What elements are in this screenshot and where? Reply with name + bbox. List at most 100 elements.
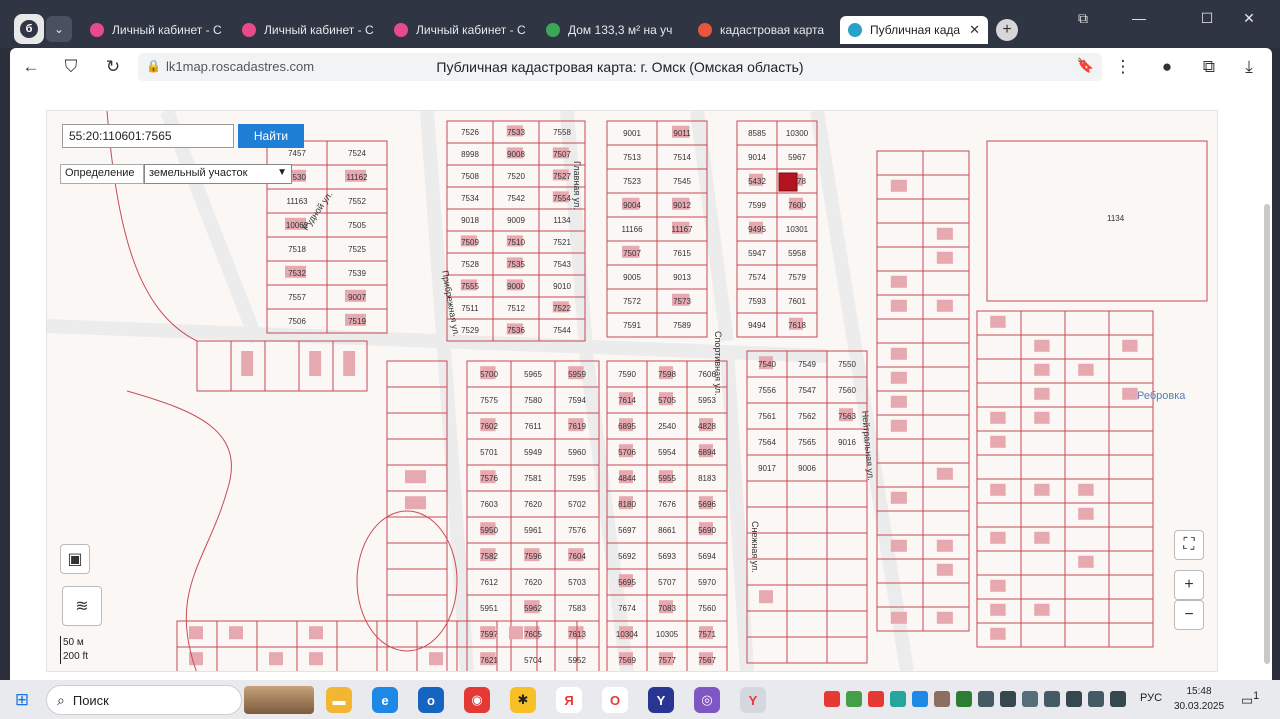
tabs-menu-chevron-icon[interactable]: ⌄: [46, 16, 72, 42]
volume-icon[interactable]: [1110, 691, 1126, 707]
parcel-number-label: 7506: [288, 317, 306, 326]
parcel-number-label: 9010: [553, 282, 571, 291]
zoom-out-button[interactable]: −: [1174, 600, 1204, 630]
network-icon[interactable]: [1066, 691, 1082, 707]
cadastral-map[interactable]: 7457 7524 7530 11162 11163 7552 10062 7505 7518 7…: [46, 110, 1218, 672]
building: [1078, 507, 1094, 520]
opera-icon[interactable]: O: [602, 687, 628, 713]
tab-5[interactable]: кадастровая карта: [690, 16, 838, 44]
fullscreen-icon[interactable]: ⛶: [1174, 530, 1204, 560]
parcel-boundary: [216, 646, 258, 671]
tray-icon[interactable]: [1000, 691, 1016, 707]
tray-icon[interactable]: [868, 691, 884, 707]
parcel-number-label: 8183: [698, 474, 716, 483]
tray-icon[interactable]: [934, 691, 950, 707]
street-name-label: Снежная ул.: [750, 521, 760, 573]
building: [1034, 387, 1050, 400]
windows-start-icon[interactable]: ⊞: [12, 690, 32, 710]
layers-icon[interactable]: ≋: [62, 586, 102, 626]
yandex-browser-active-icon[interactable]: Y: [740, 687, 766, 713]
parcel-boundary: [922, 414, 970, 440]
parcel-number-label: 7620: [524, 500, 542, 509]
cadastral-search-input[interactable]: 55:20:110601:7565: [62, 124, 234, 148]
sidebar-icon[interactable]: ⧉: [1198, 56, 1220, 78]
yandex-icon[interactable]: Я: [556, 687, 582, 713]
parcel-boundary: [1108, 550, 1154, 576]
parcel-number-label: 7564: [758, 438, 776, 447]
back-arrow-icon[interactable]: ←: [20, 56, 42, 78]
edge-icon[interactable]: e: [372, 687, 398, 713]
tray-icon[interactable]: [1044, 691, 1060, 707]
parcel-number-label: 7544: [553, 326, 571, 335]
parcel-number-label: 7597: [480, 630, 498, 639]
extension-icon[interactable]: ●: [1156, 56, 1178, 78]
yandex-browser-icon[interactable]: Y: [648, 687, 674, 713]
maximize-icon[interactable]: ☐: [1192, 10, 1222, 27]
parcel-boundary: [386, 516, 448, 544]
tray-icon[interactable]: [956, 691, 972, 707]
new-tab-button[interactable]: +: [996, 19, 1018, 41]
building: [936, 251, 953, 264]
building: [1034, 603, 1050, 616]
building: [759, 590, 773, 604]
collections-icon[interactable]: ⧉: [1068, 10, 1098, 27]
parcel-number-label: 7601: [788, 297, 806, 306]
mode-select[interactable]: земельный участок ▼: [144, 164, 292, 184]
taskbar-search[interactable]: ⌕ Поиск: [46, 685, 242, 715]
app-icon[interactable]: ✱: [510, 687, 536, 713]
notification-icon[interactable]: ▭1: [1240, 690, 1260, 708]
tab-1[interactable]: Личный кабинет - С: [82, 16, 230, 44]
downloads-icon[interactable]: ⤓: [1238, 56, 1260, 78]
tray-icon[interactable]: [978, 691, 994, 707]
language-indicator[interactable]: РУС: [1140, 692, 1162, 704]
clock[interactable]: 15:48 30.03.2025: [1170, 684, 1228, 714]
parcel-number-label: 7594: [568, 396, 586, 405]
minimize-icon[interactable]: —: [1124, 10, 1154, 26]
tray-icon[interactable]: [1088, 691, 1104, 707]
close-window-icon[interactable]: ✕: [1234, 10, 1264, 27]
building: [1034, 339, 1050, 352]
browser-menu-button[interactable]: б: [14, 14, 44, 44]
parcel-number-label: 7576: [480, 474, 498, 483]
outlook-icon[interactable]: o: [418, 687, 444, 713]
tab-6-active[interactable]: Публичная када ✕: [840, 16, 988, 44]
parcel-number-label: 7600: [788, 201, 806, 210]
zoom-in-button[interactable]: +: [1174, 570, 1204, 600]
reload-icon[interactable]: ↻: [102, 56, 124, 78]
shield-icon[interactable]: ⛉: [60, 56, 82, 78]
search-icon: ⌕: [57, 691, 65, 708]
tray-icon[interactable]: [1022, 691, 1038, 707]
building: [405, 470, 426, 484]
parcel-number-label: 9016: [838, 438, 856, 447]
tab-2[interactable]: Личный кабинет - С: [234, 16, 382, 44]
parcel-number-label: 7565: [798, 438, 816, 447]
parcel-number-label: 7621: [480, 656, 498, 665]
building: [1122, 387, 1138, 400]
parcel-number-label: 7540: [758, 360, 776, 369]
file-explorer-icon[interactable]: ▬: [326, 687, 352, 713]
search-button[interactable]: Найти: [238, 124, 304, 148]
parcel-number-label: 7520: [507, 172, 525, 181]
tab-3[interactable]: Личный кабинет - С: [386, 16, 534, 44]
street-name-label: Рудной ул.: [300, 190, 334, 233]
vertical-scrollbar[interactable]: [1264, 204, 1270, 664]
large-parcel: [986, 140, 1208, 302]
more-options-icon[interactable]: ⋮: [1112, 56, 1134, 78]
tab-4[interactable]: Дом 133,3 м² на уч: [538, 16, 686, 44]
search-highlight-image[interactable]: [244, 686, 314, 714]
building: [309, 626, 323, 640]
bookmark-icon[interactable]: 🔖: [1077, 57, 1094, 74]
parcel-boundary: [1064, 382, 1110, 408]
chrome-icon[interactable]: ◉: [464, 687, 490, 713]
tray-icon[interactable]: [890, 691, 906, 707]
parcel-boundary: [1020, 550, 1066, 576]
close-tab-icon[interactable]: ✕: [963, 22, 980, 38]
tray-icon[interactable]: [824, 691, 840, 707]
map-canvas[interactable]: 7457 75247530 1116211163 755210062 75057518 7…: [47, 111, 1218, 672]
tray-icon[interactable]: [846, 691, 862, 707]
app-icon[interactable]: ◎: [694, 687, 720, 713]
legend-toggle-icon[interactable]: ▣: [60, 544, 90, 574]
url-field[interactable]: 🔒 lk1map.roscadastres.com Публичная када…: [138, 53, 1102, 81]
parcel-number-label: 7571: [698, 630, 716, 639]
bluetooth-icon[interactable]: [912, 691, 928, 707]
